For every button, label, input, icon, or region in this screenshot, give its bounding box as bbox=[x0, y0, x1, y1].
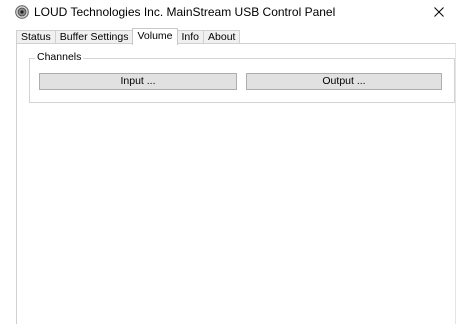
input-button[interactable]: Input ... bbox=[39, 73, 237, 90]
window-title: LOUD Technologies Inc. MainStream USB Co… bbox=[34, 5, 336, 19]
channels-label: Channels bbox=[35, 51, 84, 64]
output-button[interactable]: Output ... bbox=[246, 73, 442, 90]
tab-info[interactable]: Info bbox=[177, 30, 204, 44]
tab-volume[interactable]: Volume bbox=[132, 28, 178, 45]
close-icon bbox=[434, 7, 444, 17]
tab-about[interactable]: About bbox=[203, 30, 241, 44]
tab-buffer-settings[interactable]: Buffer Settings bbox=[54, 30, 133, 44]
speaker-icon bbox=[15, 5, 29, 19]
volume-tab-panel: Channels Input ... Output ... bbox=[16, 43, 456, 324]
title-bar: LOUD Technologies Inc. MainStream USB Co… bbox=[0, 0, 458, 26]
tab-status[interactable]: Status bbox=[16, 30, 55, 44]
tab-strip: Status Buffer Settings Volume Info About bbox=[16, 28, 241, 45]
channels-groupbox: Channels Input ... Output ... bbox=[29, 51, 455, 103]
close-button[interactable] bbox=[420, 0, 458, 24]
